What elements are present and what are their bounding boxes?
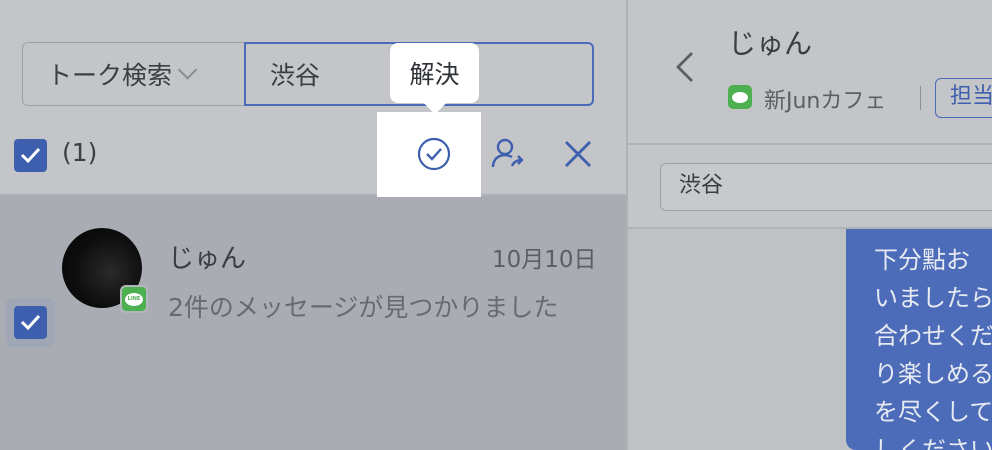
separator	[920, 86, 921, 110]
conversation-list-panel: トーク検索 渋谷 解決 (1) LINE じゅん 10月10日 2件のメッセージ…	[0, 0, 792, 450]
search-query: 渋谷	[270, 61, 321, 90]
conversation-preview: 2件のメッセージが見つかりました	[168, 293, 559, 322]
row-checkbox-focus	[6, 298, 55, 347]
conversation-detail-panel: じゅん 新Junカフェ 担当 渋谷 下分點お いましたら 合わせくだ り楽しめる…	[628, 0, 992, 450]
check-icon	[20, 314, 41, 331]
message-bubble: 下分點お いましたら 合わせくだ り楽しめる を尽くして しください	[846, 229, 992, 450]
resolve-tooltip: 解決	[390, 43, 479, 103]
line-badge-text: LINE	[127, 296, 141, 302]
line-icon	[728, 85, 752, 109]
conversation-name: じゅん	[168, 244, 247, 274]
row-checkbox[interactable]	[14, 306, 47, 339]
search-bar: トーク検索 渋谷	[22, 42, 792, 106]
search-type-dropdown[interactable]: トーク検索	[22, 42, 246, 106]
resolve-button[interactable]	[416, 136, 452, 172]
tooltip-label: 解決	[409, 60, 460, 89]
search-type-label: トーク検索	[47, 61, 173, 90]
close-icon[interactable]	[562, 138, 594, 170]
assign-user-button[interactable]	[490, 136, 526, 172]
check-icon	[20, 147, 41, 164]
back-chevron-icon[interactable]	[668, 50, 702, 84]
selected-count: (1)	[62, 138, 98, 167]
conversation-date: 10月10日	[492, 247, 597, 273]
line-icon: LINE	[120, 285, 148, 313]
assignee-tag[interactable]: 担当	[935, 78, 992, 118]
detail-contact-name: じゅん	[728, 27, 813, 60]
chevron-down-icon	[177, 59, 198, 80]
channel-name: 新Junカフェ	[764, 89, 887, 114]
detail-search-input[interactable]: 渋谷	[660, 163, 992, 211]
select-all-checkbox[interactable]	[14, 139, 47, 172]
